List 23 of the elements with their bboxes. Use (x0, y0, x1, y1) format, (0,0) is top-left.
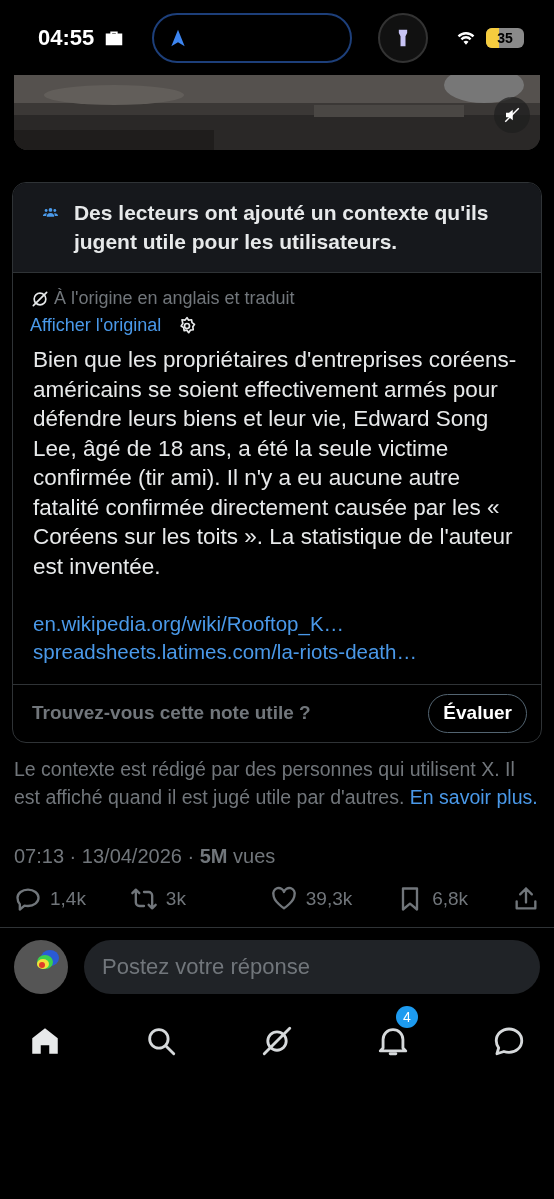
note-title: Des lecteurs ont ajouté un contexte qu'ils jugent utile pour les utilisateurs. (73, 200, 490, 255)
post-meta: 07:13 · 13/04/2026 · 5M vues (13, 843, 277, 869)
note-text: Bien que les propriétaires d'entreprises coréens-américains se soient effectivement armés pour défendre leurs biens et leur vie, Edward Song Lee, âgé de 18 ans, a été la seule victime confirmée (tir ami). Il n'y a eu aucune autre fatalité confirmée directement causée par les « Coréens sur les toits ». La statistique de l'auteur est inventée. (32, 346, 518, 581)
reply-button[interactable]: 1,4k (14, 884, 86, 913)
translated-label: À l'origine en anglais et traduit (54, 287, 295, 310)
context-info-text: Le contexte est rédigé par des personnes qui utilisent X. Il est affiché quand il est jugé utile par d'autres. En savoir plus. (13, 756, 539, 810)
notification-count: 4 (396, 1006, 418, 1028)
show-original-link[interactable]: Afficher l'original (30, 312, 162, 339)
rate-button[interactable]: Évaluer (428, 694, 527, 733)
like-button[interactable]: 39,3k (269, 884, 353, 913)
repost-button[interactable]: 3k (129, 884, 186, 913)
source-link[interactable]: en.wikipedia.org/wiki/Rooftop_K… (30, 610, 527, 638)
bookmark-button[interactable]: 6,8k (396, 884, 469, 913)
speaker-muted-icon (503, 106, 521, 124)
avatar[interactable] (14, 940, 68, 994)
settings-icon[interactable] (177, 315, 198, 336)
helpful-question: Trouvez-vous cette note utile ? (32, 701, 311, 725)
status-time: 04:55 (38, 24, 95, 52)
translation-icon (30, 288, 50, 309)
source-link[interactable]: spreadsheets.latimes.com/la-riots-death… (30, 638, 527, 666)
learn-more-link[interactable]: En savoir plus. (409, 785, 538, 808)
reply-field[interactable]: Postez votre réponse (84, 940, 540, 994)
slashed-circle-icon (260, 1024, 294, 1058)
